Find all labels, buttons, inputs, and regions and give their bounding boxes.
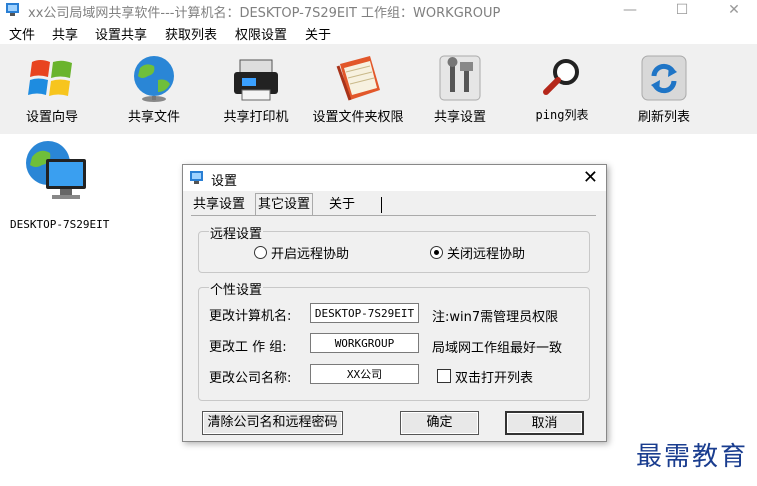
ping-list-button[interactable]: ping列表 — [517, 46, 607, 130]
minimize-button[interactable]: — — [610, 0, 650, 22]
personal-settings-group: 个性设置 更改计算机名: DESKTOP-7S29EIT 注:win7需管理员权… — [198, 279, 590, 401]
window-title: xx公司局域网共享软件---计算机名：DESKTOP-7S29EIT 工作组：W… — [28, 6, 501, 21]
windows-logo-icon — [28, 60, 72, 96]
cancel-button[interactable]: 取消 — [505, 411, 584, 435]
clear-company-password-button[interactable]: 清除公司名和远程密码 — [202, 411, 343, 435]
ping-list-label: ping列表 — [535, 108, 589, 122]
disable-remote-radio[interactable] — [430, 246, 443, 259]
computer-name-label: 更改计算机名: — [209, 309, 292, 324]
share-settings-label: 共享设置 — [433, 110, 486, 125]
menu-about[interactable]: 关于 — [305, 24, 331, 43]
dialog-app-icon — [190, 171, 203, 184]
remote-settings-group: 远程设置 开启远程协助 关闭远程协助 — [198, 223, 590, 273]
app-icon — [6, 3, 19, 16]
menu-set-share[interactable]: 设置共享 — [95, 24, 147, 43]
menu-share[interactable]: 共享 — [52, 24, 78, 43]
share-settings-button[interactable]: 共享设置 — [415, 46, 505, 130]
settings-dialog: 设置 ✕ 共享设置 其它设置 关于 远程设置 开启远程协助 关闭远程协助 个性设… — [182, 164, 607, 442]
tab-about[interactable]: 关于 — [327, 195, 357, 214]
tab-separator — [381, 197, 382, 213]
menu-get-list[interactable]: 获取列表 — [165, 24, 217, 43]
refresh-list-button[interactable]: 刷新列表 — [619, 46, 709, 130]
tools-icon — [439, 55, 481, 101]
close-button[interactable]: ✕ — [714, 0, 754, 22]
tab-other-settings[interactable]: 其它设置 — [255, 193, 314, 216]
globe-icon — [134, 56, 174, 102]
disable-remote-label[interactable]: 关闭远程协助 — [447, 243, 525, 262]
dblclick-open-checkbox[interactable] — [437, 369, 451, 383]
magnifier-icon — [543, 59, 579, 95]
refresh-list-label: 刷新列表 — [637, 110, 690, 125]
dialog-close-button[interactable]: ✕ — [583, 167, 598, 188]
enable-remote-radio[interactable] — [254, 246, 267, 259]
personal-settings-title: 个性设置 — [209, 279, 264, 298]
share-files-button[interactable]: 共享文件 — [109, 46, 199, 130]
share-files-label: 共享文件 — [127, 110, 180, 125]
share-printer-button[interactable]: 共享打印机 — [211, 46, 301, 130]
folder-permissions-button[interactable]: 设置文件夹权限 — [312, 46, 404, 130]
toolbar: 设置向导 共享文件 共享打印机 设置文件夹权限 共享设置 ping列表 刷新列表 — [0, 44, 757, 134]
dblclick-open-label[interactable]: 双击打开列表 — [455, 367, 533, 386]
menu-permissions[interactable]: 权限设置 — [235, 24, 287, 43]
watermark-text: 最需教育 — [636, 442, 749, 472]
computer-name-input[interactable]: DESKTOP-7S29EIT — [310, 303, 419, 323]
tab-panel-border — [191, 215, 596, 216]
printer-icon — [234, 59, 278, 101]
maximize-button[interactable]: ☐ — [662, 0, 702, 22]
menu-bar: 文件 共享 设置共享 获取列表 权限设置 关于 — [0, 22, 757, 44]
folder-permissions-label: 设置文件夹权限 — [312, 110, 404, 125]
setup-wizard-button[interactable]: 设置向导 — [7, 46, 97, 130]
setup-wizard-label: 设置向导 — [25, 110, 78, 125]
share-printer-label: 共享打印机 — [223, 110, 289, 125]
computer-name-note: 注:win7需管理员权限 — [432, 310, 559, 325]
workgroup-note: 局域网工作组最好一致 — [432, 341, 563, 356]
folder-icon — [336, 56, 380, 101]
workgroup-input[interactable]: WORKGROUP — [310, 333, 419, 353]
computer-name: DESKTOP-7S29EIT — [10, 218, 110, 231]
ok-button[interactable]: 确定 — [400, 411, 479, 435]
company-name-input[interactable]: XX公司 — [310, 364, 419, 384]
refresh-icon — [641, 55, 687, 101]
tab-share-settings[interactable]: 共享设置 — [191, 195, 247, 214]
dialog-title-bar: 设置 ✕ — [183, 165, 606, 191]
menu-file[interactable]: 文件 — [9, 24, 35, 43]
title-bar: xx公司局域网共享软件---计算机名：DESKTOP-7S29EIT 工作组：W… — [0, 0, 757, 22]
remote-settings-title: 远程设置 — [209, 223, 264, 242]
enable-remote-label[interactable]: 开启远程协助 — [271, 243, 349, 262]
networked-computer-icon — [26, 141, 86, 199]
company-name-label: 更改公司名称: — [209, 371, 292, 386]
workgroup-label: 更改工 作 组: — [209, 340, 287, 355]
dialog-title: 设置 — [211, 174, 238, 189]
